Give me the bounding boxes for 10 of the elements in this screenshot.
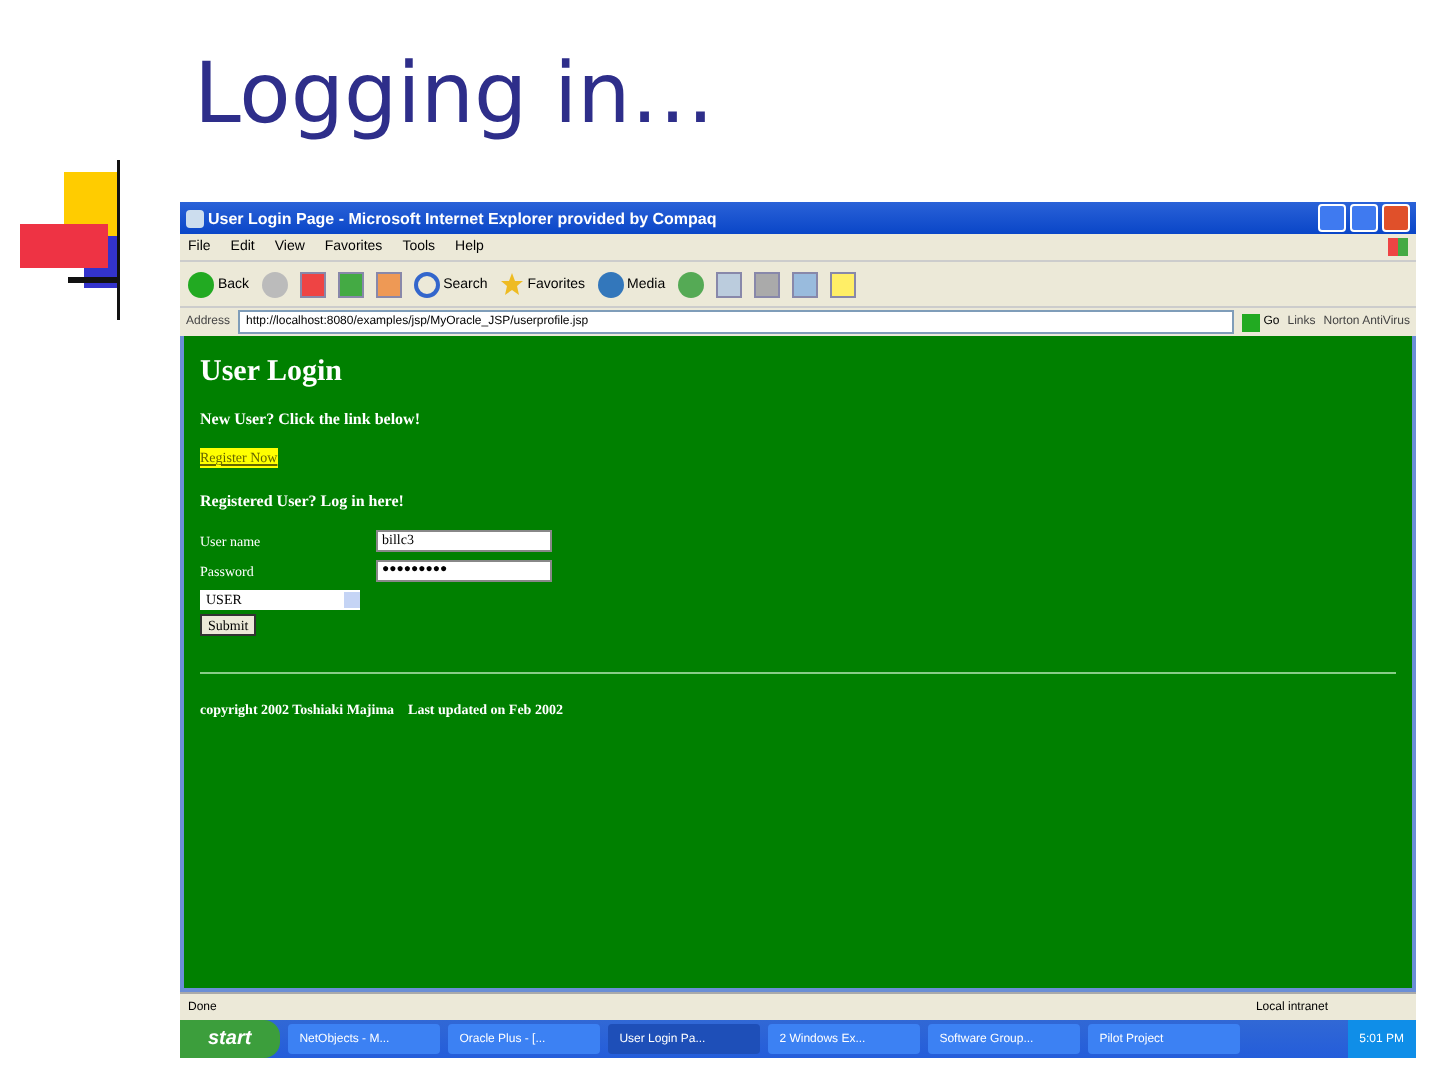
slide-title: Logging in… <box>192 42 717 146</box>
minimize-button[interactable] <box>1318 204 1346 232</box>
new-user-text: New User? Click the link below! <box>200 410 420 428</box>
page-heading: User Login <box>200 356 342 390</box>
maximize-button[interactable] <box>1350 204 1378 232</box>
close-button[interactable] <box>1382 204 1410 232</box>
star-icon <box>499 272 524 296</box>
window-title: User Login Page - Microsoft Internet Explorer provided by Compaq <box>208 209 719 227</box>
login-prompt: Registered User? Log in here! <box>200 492 404 510</box>
forward-button[interactable] <box>261 271 288 297</box>
